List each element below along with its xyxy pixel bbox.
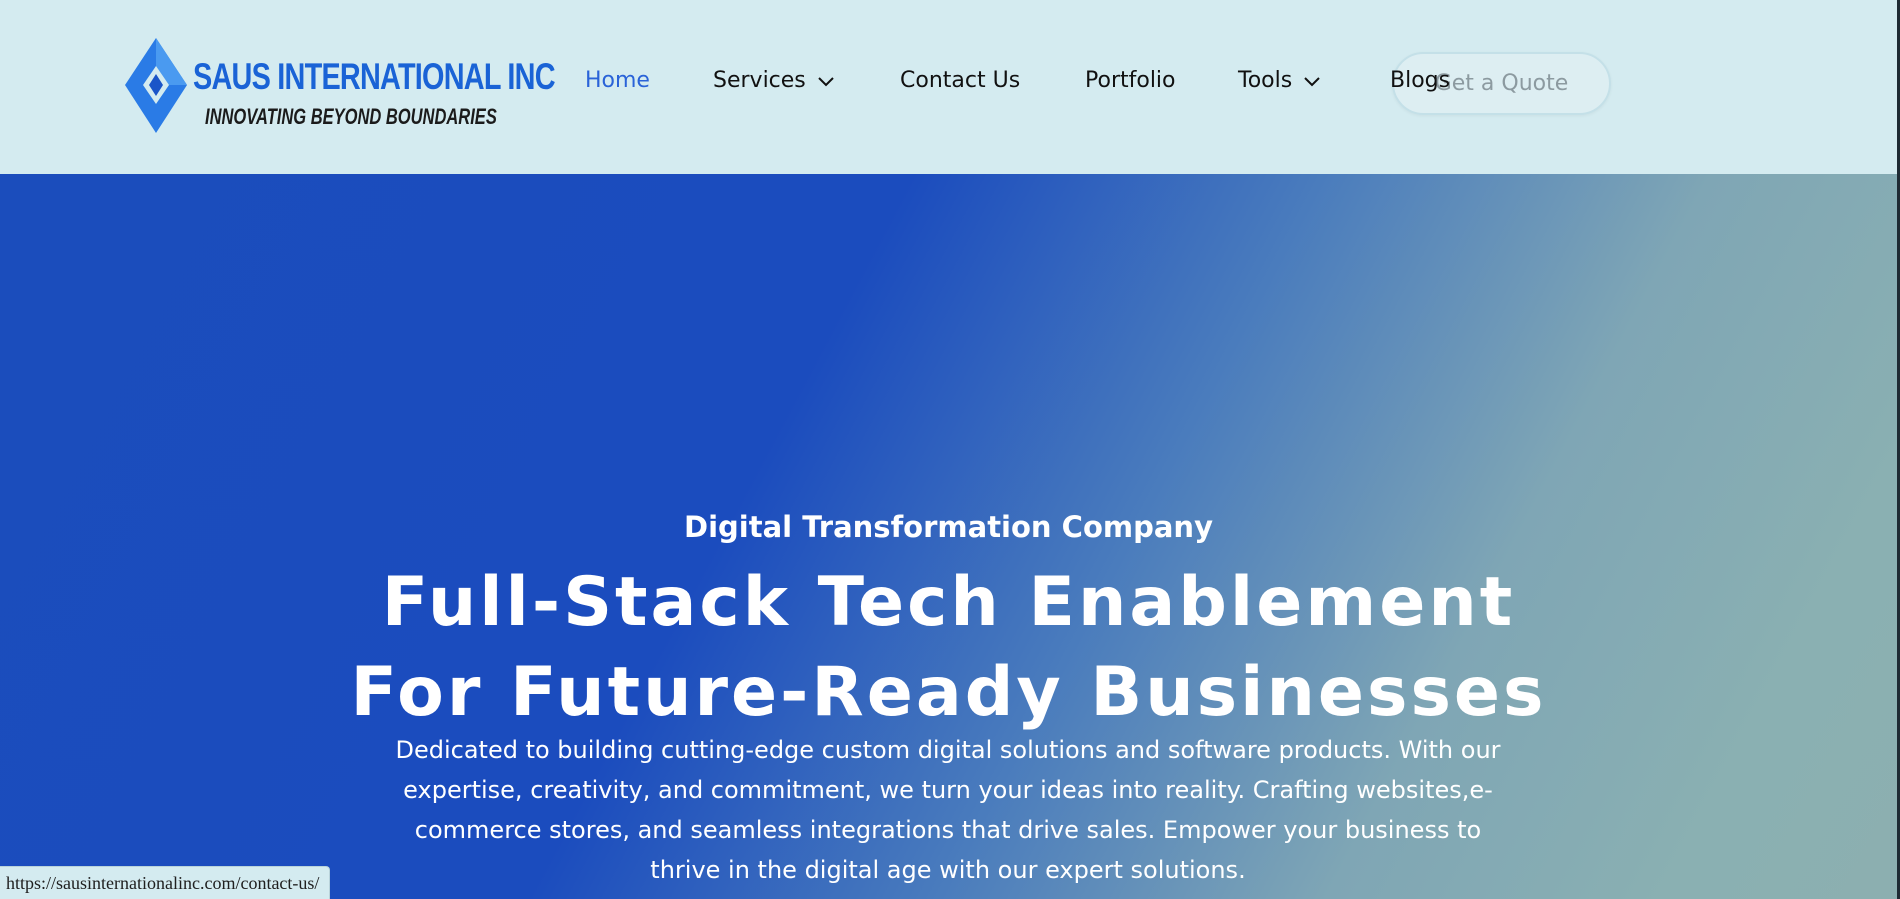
nav-contact-us[interactable]: Contact Us: [900, 68, 1020, 93]
hero-title: Full-Stack Tech Enablement For Future-Re…: [0, 558, 1897, 738]
nav-portfolio[interactable]: Portfolio: [1085, 68, 1176, 93]
nav-services-label: Services: [713, 68, 806, 93]
hero-subtitle: Digital Transformation Company: [684, 510, 1213, 544]
nav-services[interactable]: Services: [713, 68, 836, 93]
nav-contact-label: Contact Us: [900, 68, 1021, 93]
nav-home-label: Home: [585, 68, 650, 93]
chevron-down-icon: [818, 76, 834, 86]
chevron-down-icon: [1304, 76, 1320, 86]
nav-blogs[interactable]: Blogs: [1390, 68, 1450, 93]
nav-blogs-label: Blogs: [1390, 68, 1451, 93]
page: SAUS INTERNATIONAL INC INNOVATING BEYOND…: [0, 0, 1897, 899]
site-logo[interactable]: SAUS INTERNATIONAL INC INNOVATING BEYOND…: [125, 38, 556, 133]
nav-portfolio-label: Portfolio: [1085, 68, 1176, 93]
nav-tools[interactable]: Tools: [1238, 68, 1322, 93]
nav-tools-label: Tools: [1238, 68, 1293, 93]
hero-section: Digital Transformation Company Full-Stac…: [0, 174, 1897, 899]
diamond-logo-icon: [125, 38, 187, 133]
logo-title: SAUS INTERNATIONAL INC: [193, 56, 556, 97]
link-status-bar: https://sausinternationalinc.com/contact…: [0, 866, 331, 899]
site-header: SAUS INTERNATIONAL INC INNOVATING BEYOND…: [0, 0, 1897, 174]
hero-description: Dedicated to building cutting-edge custo…: [395, 736, 1501, 884]
logo-tagline: INNOVATING BEYOND BOUNDARIES: [205, 104, 497, 129]
hero-title-line-1: Full-Stack Tech Enablement: [381, 563, 1516, 642]
nav-home[interactable]: Home: [585, 68, 650, 93]
hero-title-line-2: For Future-Ready Businesses: [350, 653, 1547, 732]
